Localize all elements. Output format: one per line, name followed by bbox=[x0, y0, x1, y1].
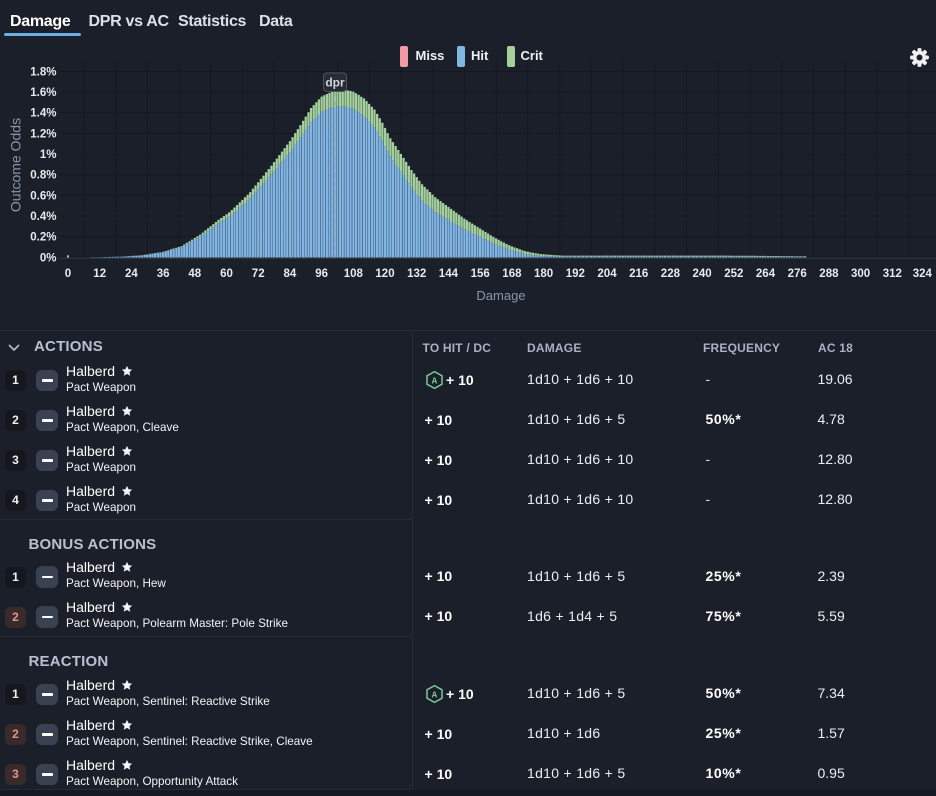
svg-text:0.8%: 0.8% bbox=[30, 170, 56, 182]
svg-text:dpr: dpr bbox=[325, 76, 345, 90]
svg-text:12: 12 bbox=[93, 268, 106, 280]
svg-text:0.4%: 0.4% bbox=[30, 211, 56, 223]
svg-text:228: 228 bbox=[661, 268, 681, 280]
svg-text:156: 156 bbox=[471, 268, 490, 280]
svg-text:120: 120 bbox=[375, 268, 394, 280]
svg-text:0: 0 bbox=[65, 268, 71, 280]
svg-text:240: 240 bbox=[693, 268, 712, 280]
svg-text:312: 312 bbox=[883, 268, 902, 280]
svg-text:216: 216 bbox=[629, 268, 648, 280]
svg-text:0%: 0% bbox=[40, 252, 57, 264]
svg-text:Outcome Odds: Outcome Odds bbox=[8, 118, 24, 212]
svg-text:0.2%: 0.2% bbox=[30, 232, 56, 244]
svg-text:180: 180 bbox=[534, 268, 553, 280]
svg-text:288: 288 bbox=[819, 268, 839, 280]
svg-text:1.6%: 1.6% bbox=[30, 87, 56, 99]
svg-text:36: 36 bbox=[157, 268, 170, 280]
svg-text:Damage: Damage bbox=[476, 288, 525, 303]
svg-text:192: 192 bbox=[566, 268, 585, 280]
svg-text:144: 144 bbox=[439, 268, 459, 280]
svg-text:72: 72 bbox=[252, 268, 265, 280]
svg-text:96: 96 bbox=[315, 268, 328, 280]
svg-text:24: 24 bbox=[125, 268, 138, 280]
svg-text:264: 264 bbox=[756, 268, 776, 280]
svg-text:1%: 1% bbox=[40, 149, 57, 161]
svg-text:204: 204 bbox=[597, 268, 617, 280]
svg-text:108: 108 bbox=[344, 268, 364, 280]
svg-text:300: 300 bbox=[851, 268, 870, 280]
svg-text:48: 48 bbox=[188, 268, 201, 280]
svg-text:1.4%: 1.4% bbox=[30, 108, 56, 120]
svg-text:132: 132 bbox=[407, 268, 426, 280]
svg-text:168: 168 bbox=[502, 268, 522, 280]
svg-text:276: 276 bbox=[788, 268, 807, 280]
svg-text:84: 84 bbox=[284, 268, 297, 280]
svg-text:A: A bbox=[431, 690, 437, 700]
svg-text:0.6%: 0.6% bbox=[30, 190, 56, 202]
svg-text:1.2%: 1.2% bbox=[30, 128, 56, 140]
svg-text:324: 324 bbox=[913, 268, 933, 280]
svg-text:A: A bbox=[431, 376, 437, 386]
svg-text:60: 60 bbox=[220, 268, 233, 280]
svg-text:1.8%: 1.8% bbox=[30, 66, 56, 78]
svg-text:252: 252 bbox=[724, 268, 743, 280]
